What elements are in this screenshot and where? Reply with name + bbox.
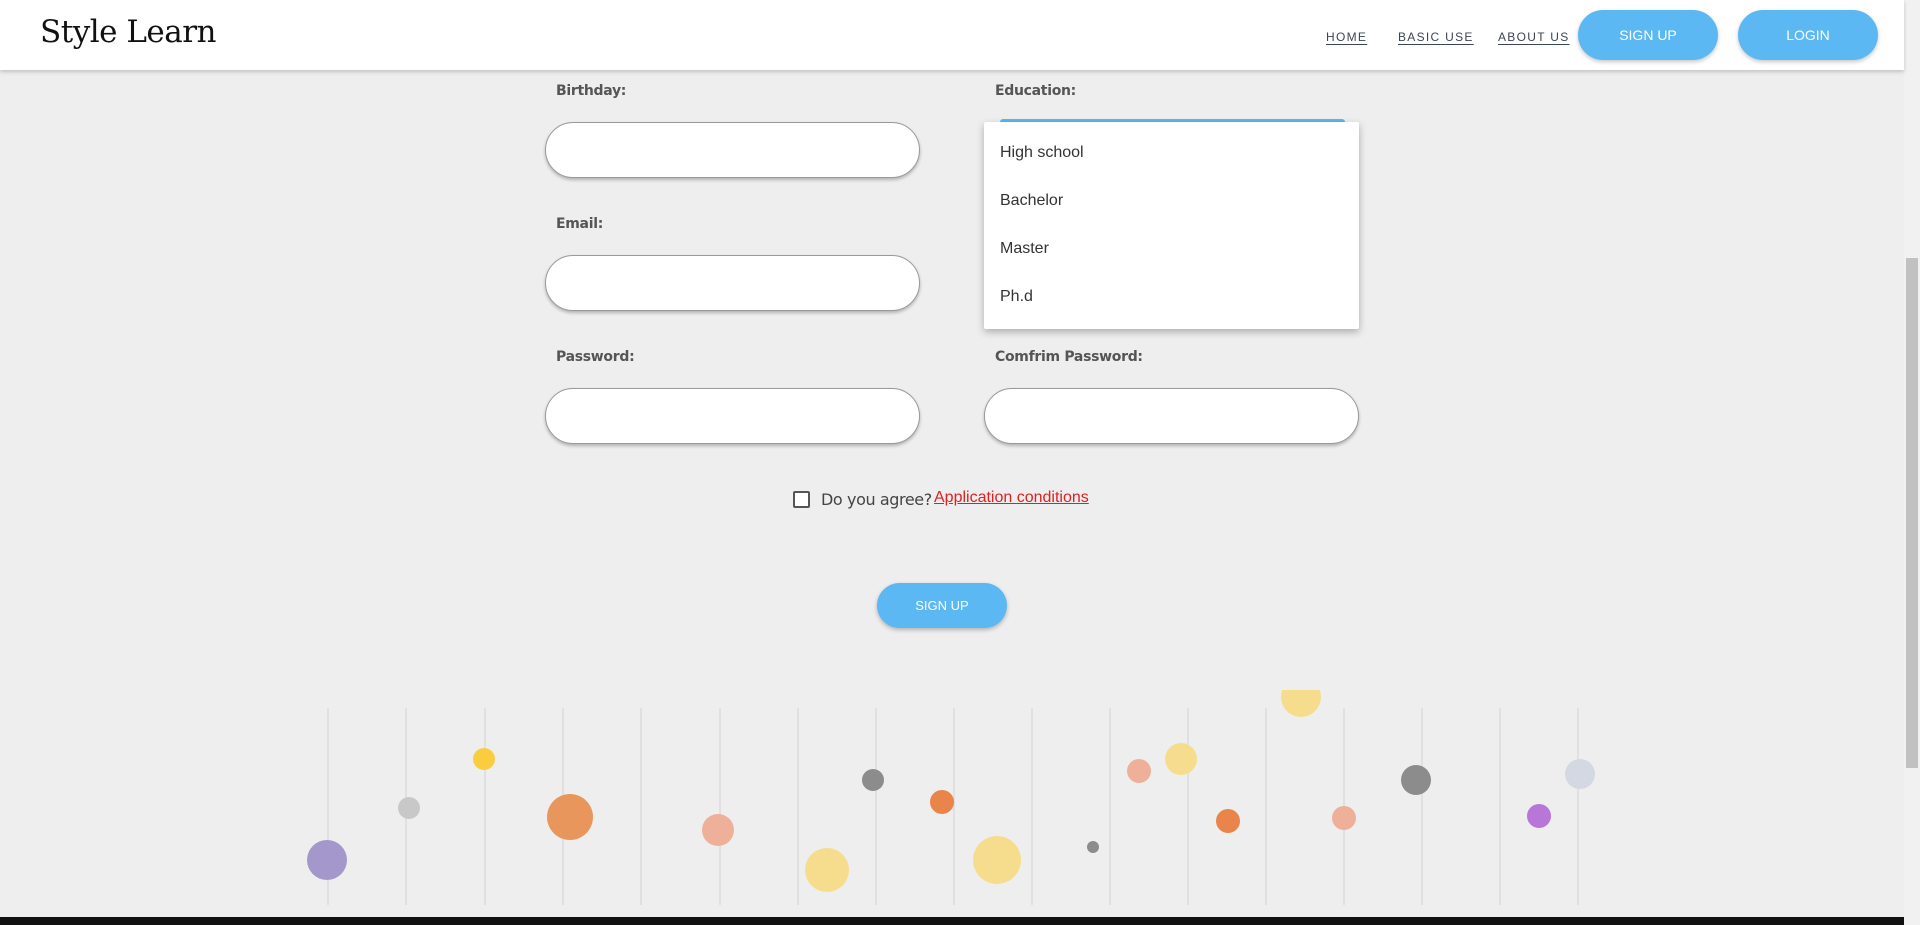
application-conditions-link[interactable]: Application conditions <box>934 489 1089 507</box>
email-field[interactable] <box>545 255 920 311</box>
bubble <box>1087 841 1099 853</box>
password-field[interactable] <box>545 388 920 444</box>
bubble <box>930 790 954 814</box>
password-label: Password: <box>556 349 635 365</box>
bubble <box>1565 759 1595 789</box>
bubble <box>1165 743 1197 775</box>
header-login-button[interactable]: LOGIN <box>1738 10 1878 60</box>
birthday-field[interactable] <box>545 122 920 178</box>
logo[interactable]: Style Learn <box>40 14 217 50</box>
bubble <box>1401 765 1431 795</box>
nav-basic-use-link[interactable]: BASIC USE <box>1398 30 1474 44</box>
bubble <box>1216 809 1240 833</box>
nav-home-link[interactable]: HOME <box>1326 30 1367 44</box>
bubble <box>1527 804 1551 828</box>
education-option-bachelor[interactable]: Bachelor <box>1000 192 1063 210</box>
bubble <box>1281 690 1321 717</box>
confirm-password-label: Comfrim Password: <box>995 349 1143 365</box>
education-label: Education: <box>995 83 1076 99</box>
bubble <box>1127 759 1151 783</box>
bubble <box>1332 806 1356 830</box>
signup-submit-button[interactable]: SIGN UP <box>877 583 1007 628</box>
bubble <box>473 748 495 770</box>
footer-bar <box>0 917 1904 925</box>
education-option-high-school[interactable]: High school <box>1000 144 1084 162</box>
education-dropdown-menu: High school Bachelor Master Ph.d <box>984 122 1359 329</box>
bubble <box>973 836 1021 884</box>
bubble <box>805 848 849 892</box>
education-option-phd[interactable]: Ph.d <box>1000 288 1033 306</box>
bubble <box>547 794 593 840</box>
agree-label: Do you agree? <box>821 490 932 509</box>
nav-about-us-link[interactable]: ABOUT US <box>1498 30 1570 44</box>
confirm-password-field[interactable] <box>984 388 1359 444</box>
bubble <box>702 814 734 846</box>
birthday-label: Birthday: <box>556 83 627 99</box>
bubble <box>398 797 420 819</box>
agree-checkbox[interactable] <box>793 491 810 508</box>
top-navbar: Style Learn HOME BASIC USE ABOUT US SIGN… <box>0 0 1904 70</box>
education-option-master[interactable]: Master <box>1000 240 1049 258</box>
bubble <box>862 769 884 791</box>
decorative-bubbles <box>307 690 1595 905</box>
bubble <box>307 840 347 880</box>
page-scrollbar-thumb[interactable] <box>1906 258 1918 768</box>
header-signup-button[interactable]: SIGN UP <box>1578 10 1718 60</box>
email-label: Email: <box>556 216 603 232</box>
